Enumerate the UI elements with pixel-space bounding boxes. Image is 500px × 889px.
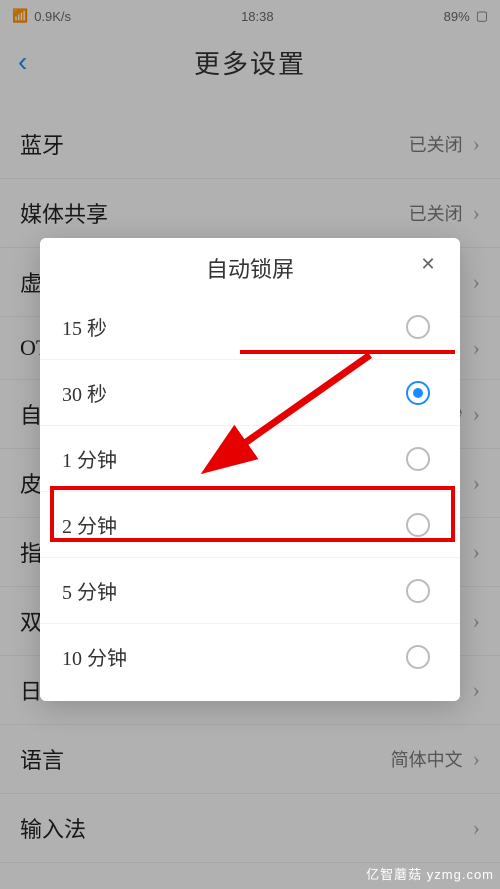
- annotation-highlight-box: [50, 486, 455, 542]
- chevron-right-icon: ›: [473, 608, 480, 634]
- watermark: 亿智蘑菇 yzmg.com: [366, 864, 494, 883]
- auto-lock-option[interactable]: 1 分钟: [40, 425, 460, 491]
- chevron-right-icon: ›: [473, 470, 480, 496]
- radio-icon[interactable]: [406, 447, 430, 471]
- status-speed: 0.9K/s: [34, 9, 71, 24]
- radio-icon[interactable]: [406, 579, 430, 603]
- option-label: 15 秒: [62, 312, 107, 341]
- row-label: 蓝牙: [20, 128, 64, 160]
- row-label: 输入法: [20, 812, 86, 844]
- nav-bar: ‹ 更多设置: [0, 32, 500, 92]
- option-label: 10 分钟: [62, 642, 127, 671]
- row-value: 简体中文: [391, 746, 463, 772]
- status-battery: 89%: [444, 9, 470, 24]
- row-value: 已关闭: [409, 131, 463, 157]
- row-label: 媒体共享: [20, 197, 108, 229]
- settings-row[interactable]: 蓝牙 已关闭 ›: [0, 110, 500, 179]
- chevron-right-icon: ›: [473, 200, 480, 226]
- chevron-right-icon: ›: [473, 746, 480, 772]
- radio-icon[interactable]: [406, 381, 430, 405]
- annotation-line-top: [240, 350, 455, 354]
- status-time: 18:38: [241, 9, 274, 24]
- status-bar: 📶 0.9K/s 18:38 89% ▢: [0, 0, 500, 32]
- auto-lock-dialog: 自动锁屏 ✕ 15 秒30 秒1 分钟2 分钟5 分钟10 分钟: [40, 238, 460, 701]
- radio-icon[interactable]: [406, 645, 430, 669]
- chevron-right-icon: ›: [473, 269, 480, 295]
- settings-row[interactable]: 输入法 ›: [0, 794, 500, 863]
- dialog-title: 自动锁屏 ✕: [40, 238, 460, 294]
- option-label: 5 分钟: [62, 576, 117, 605]
- chevron-right-icon: ›: [473, 401, 480, 427]
- settings-row[interactable]: 语言 简体中文 ›: [0, 725, 500, 794]
- close-icon[interactable]: ✕: [414, 250, 442, 278]
- battery-icon: ▢: [476, 8, 488, 24]
- chevron-right-icon: ›: [473, 335, 480, 361]
- radio-icon[interactable]: [406, 315, 430, 339]
- auto-lock-option[interactable]: 30 秒: [40, 359, 460, 425]
- option-label: 1 分钟: [62, 444, 117, 473]
- page-title: 更多设置: [194, 44, 306, 81]
- auto-lock-option[interactable]: 5 分钟: [40, 557, 460, 623]
- signal-icon: 📶: [12, 8, 28, 24]
- chevron-right-icon: ›: [473, 539, 480, 565]
- row-label: 语言: [20, 743, 64, 775]
- chevron-right-icon: ›: [473, 815, 480, 841]
- row-value: 已关闭: [409, 200, 463, 226]
- chevron-right-icon: ›: [473, 677, 480, 703]
- back-icon[interactable]: ‹: [18, 46, 27, 78]
- chevron-right-icon: ›: [473, 131, 480, 157]
- auto-lock-option[interactable]: 10 分钟: [40, 623, 460, 689]
- option-label: 30 秒: [62, 378, 107, 407]
